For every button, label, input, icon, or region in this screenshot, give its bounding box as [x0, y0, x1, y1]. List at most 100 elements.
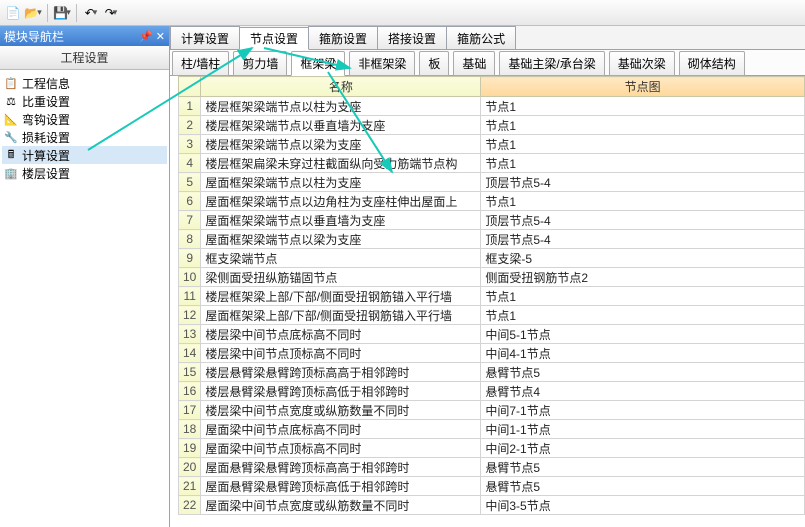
- nav-item-0[interactable]: 📋工程信息: [2, 74, 167, 92]
- cell-name[interactable]: 屋面悬臂梁悬臂跨顶标高高于相邻跨时: [201, 458, 481, 477]
- cell-name[interactable]: 屋面框架梁端节点以柱为支座: [201, 173, 481, 192]
- cell-name[interactable]: 屋面框架梁端节点以梁为支座: [201, 230, 481, 249]
- table-row[interactable]: 3楼层框架梁端节点以梁为支座节点1: [179, 135, 805, 154]
- cell-node[interactable]: 悬臂节点5: [481, 363, 805, 382]
- table-row[interactable]: 20屋面悬臂梁悬臂跨顶标高高于相邻跨时悬臂节点5: [179, 458, 805, 477]
- top-tab-3[interactable]: 搭接设置: [377, 26, 447, 49]
- table-row[interactable]: 22屋面梁中间节点宽度或纵筋数量不同时中间3-5节点: [179, 496, 805, 515]
- table-row[interactable]: 7屋面框架梁端节点以垂直墙为支座顶层节点5-4: [179, 211, 805, 230]
- cell-node[interactable]: 中间3-5节点: [481, 496, 805, 515]
- settings-table: 名称 节点图 1楼层框架梁端节点以柱为支座节点12楼层框架梁端节点以垂直墙为支座…: [178, 76, 805, 515]
- table-row[interactable]: 14楼层梁中间节点顶标高不同时中间4-1节点: [179, 344, 805, 363]
- table-row[interactable]: 15楼层悬臂梁悬臂跨顶标高高于相邻跨时悬臂节点5: [179, 363, 805, 382]
- sub-tab-6[interactable]: 基础主梁/承台梁: [499, 51, 604, 76]
- table-row[interactable]: 16楼层悬臂梁悬臂跨顶标高低于相邻跨时悬臂节点4: [179, 382, 805, 401]
- cell-node[interactable]: 顶层节点5-4: [481, 173, 805, 192]
- save-icon[interactable]: 💾▾: [53, 4, 71, 22]
- sub-tab-7[interactable]: 基础次梁: [609, 51, 675, 76]
- sub-tab-5[interactable]: 基础: [453, 51, 495, 76]
- cell-name[interactable]: 楼层框架梁上部/下部/侧面受扭钢筋锚入平行墙: [201, 287, 481, 306]
- nav-item-3[interactable]: 🔧损耗设置: [2, 128, 167, 146]
- cell-node[interactable]: 中间7-1节点: [481, 401, 805, 420]
- cell-node[interactable]: 顶层节点5-4: [481, 230, 805, 249]
- cell-node[interactable]: 框支梁-5: [481, 249, 805, 268]
- cell-name[interactable]: 楼层悬臂梁悬臂跨顶标高低于相邻跨时: [201, 382, 481, 401]
- table-row[interactable]: 1楼层框架梁端节点以柱为支座节点1: [179, 97, 805, 116]
- top-tab-1[interactable]: 节点设置: [239, 27, 309, 50]
- cell-name[interactable]: 屋面梁中间节点顶标高不同时: [201, 439, 481, 458]
- sub-tab-2[interactable]: 框架梁: [291, 51, 345, 76]
- cell-name[interactable]: 楼层框架梁端节点以柱为支座: [201, 97, 481, 116]
- cell-name[interactable]: 楼层梁中间节点顶标高不同时: [201, 344, 481, 363]
- cell-name[interactable]: 楼层梁中间节点底标高不同时: [201, 325, 481, 344]
- table-row[interactable]: 11楼层框架梁上部/下部/侧面受扭钢筋锚入平行墙节点1: [179, 287, 805, 306]
- table-row[interactable]: 18屋面梁中间节点底标高不同时中间1-1节点: [179, 420, 805, 439]
- cell-name[interactable]: 楼层梁中间节点宽度或纵筋数量不同时: [201, 401, 481, 420]
- cell-name[interactable]: 楼层悬臂梁悬臂跨顶标高高于相邻跨时: [201, 363, 481, 382]
- nav-item-label: 计算设置: [22, 147, 70, 164]
- cell-node[interactable]: 中间2-1节点: [481, 439, 805, 458]
- table-row[interactable]: 19屋面梁中间节点顶标高不同时中间2-1节点: [179, 439, 805, 458]
- redo-icon[interactable]: ↷▾: [102, 4, 120, 22]
- cell-node[interactable]: 节点1: [481, 287, 805, 306]
- cell-name[interactable]: 楼层框架梁端节点以梁为支座: [201, 135, 481, 154]
- cell-node[interactable]: 侧面受扭钢筋节点2: [481, 268, 805, 287]
- cell-name[interactable]: 梁侧面受扭纵筋锚固节点: [201, 268, 481, 287]
- top-tab-2[interactable]: 箍筋设置: [308, 26, 378, 49]
- table-row[interactable]: 10梁侧面受扭纵筋锚固节点侧面受扭钢筋节点2: [179, 268, 805, 287]
- cell-name[interactable]: 屋面梁中间节点底标高不同时: [201, 420, 481, 439]
- cell-name[interactable]: 楼层框架梁端节点以垂直墙为支座: [201, 116, 481, 135]
- undo-icon[interactable]: ↶▾: [82, 4, 100, 22]
- cell-node[interactable]: 节点1: [481, 192, 805, 211]
- cell-name[interactable]: 楼层框架扁梁未穿过柱截面纵向受力筋端节点构: [201, 154, 481, 173]
- cell-node[interactable]: 顶层节点5-4: [481, 211, 805, 230]
- cell-node[interactable]: 悬臂节点4: [481, 382, 805, 401]
- table-row[interactable]: 2楼层框架梁端节点以垂直墙为支座节点1: [179, 116, 805, 135]
- nav-item-label: 弯钩设置: [22, 111, 70, 128]
- cell-node[interactable]: 节点1: [481, 97, 805, 116]
- table-row[interactable]: 12屋面框架梁上部/下部/侧面受扭钢筋锚入平行墙节点1: [179, 306, 805, 325]
- sub-tab-0[interactable]: 柱/墙柱: [172, 51, 229, 76]
- nav-item-2[interactable]: 📐弯钩设置: [2, 110, 167, 128]
- cell-name[interactable]: 屋面悬臂梁悬臂跨顶标高低于相邻跨时: [201, 477, 481, 496]
- table-row[interactable]: 6屋面框架梁端节点以边角柱为支座柱伸出屋面上节点1: [179, 192, 805, 211]
- cell-name[interactable]: 屋面框架梁端节点以垂直墙为支座: [201, 211, 481, 230]
- nav-item-5[interactable]: 🏢楼层设置: [2, 164, 167, 182]
- close-icon[interactable]: ✕: [156, 30, 165, 43]
- table-row[interactable]: 8屋面框架梁端节点以梁为支座顶层节点5-4: [179, 230, 805, 249]
- table-row[interactable]: 13楼层梁中间节点底标高不同时中间5-1节点: [179, 325, 805, 344]
- cell-node[interactable]: 中间1-1节点: [481, 420, 805, 439]
- top-tab-0[interactable]: 计算设置: [170, 26, 240, 49]
- cell-node[interactable]: 节点1: [481, 306, 805, 325]
- sub-tab-4[interactable]: 板: [419, 51, 449, 76]
- table-row[interactable]: 21屋面悬臂梁悬臂跨顶标高低于相邻跨时悬臂节点5: [179, 477, 805, 496]
- cell-name[interactable]: 框支梁端节点: [201, 249, 481, 268]
- cell-name[interactable]: 屋面框架梁上部/下部/侧面受扭钢筋锚入平行墙: [201, 306, 481, 325]
- new-file-icon[interactable]: 📄: [4, 4, 22, 22]
- table-row[interactable]: 5屋面框架梁端节点以柱为支座顶层节点5-4: [179, 173, 805, 192]
- cell-node[interactable]: 中间4-1节点: [481, 344, 805, 363]
- row-number: 10: [179, 268, 201, 287]
- table-row[interactable]: 17楼层梁中间节点宽度或纵筋数量不同时中间7-1节点: [179, 401, 805, 420]
- cell-node[interactable]: 悬臂节点5: [481, 477, 805, 496]
- pin-icon[interactable]: 📌: [139, 30, 153, 43]
- nav-item-icon: 🏢: [4, 166, 18, 180]
- cell-node[interactable]: 中间5-1节点: [481, 325, 805, 344]
- cell-name[interactable]: 屋面框架梁端节点以边角柱为支座柱伸出屋面上: [201, 192, 481, 211]
- table-row[interactable]: 4楼层框架扁梁未穿过柱截面纵向受力筋端节点构节点1: [179, 154, 805, 173]
- cell-node[interactable]: 节点1: [481, 116, 805, 135]
- open-file-icon[interactable]: 📂▾: [24, 4, 42, 22]
- cell-node[interactable]: 悬臂节点5: [481, 458, 805, 477]
- top-tab-4[interactable]: 箍筋公式: [446, 26, 516, 49]
- nav-item-4[interactable]: 🖩计算设置: [2, 146, 167, 164]
- row-number: 7: [179, 211, 201, 230]
- sub-tab-1[interactable]: 剪力墙: [233, 51, 287, 76]
- row-number: 22: [179, 496, 201, 515]
- nav-item-1[interactable]: ⚖比重设置: [2, 92, 167, 110]
- sub-tab-8[interactable]: 砌体结构: [679, 51, 745, 76]
- cell-name[interactable]: 屋面梁中间节点宽度或纵筋数量不同时: [201, 496, 481, 515]
- cell-node[interactable]: 节点1: [481, 135, 805, 154]
- cell-node[interactable]: 节点1: [481, 154, 805, 173]
- sub-tab-3[interactable]: 非框架梁: [349, 51, 415, 76]
- table-row[interactable]: 9框支梁端节点框支梁-5: [179, 249, 805, 268]
